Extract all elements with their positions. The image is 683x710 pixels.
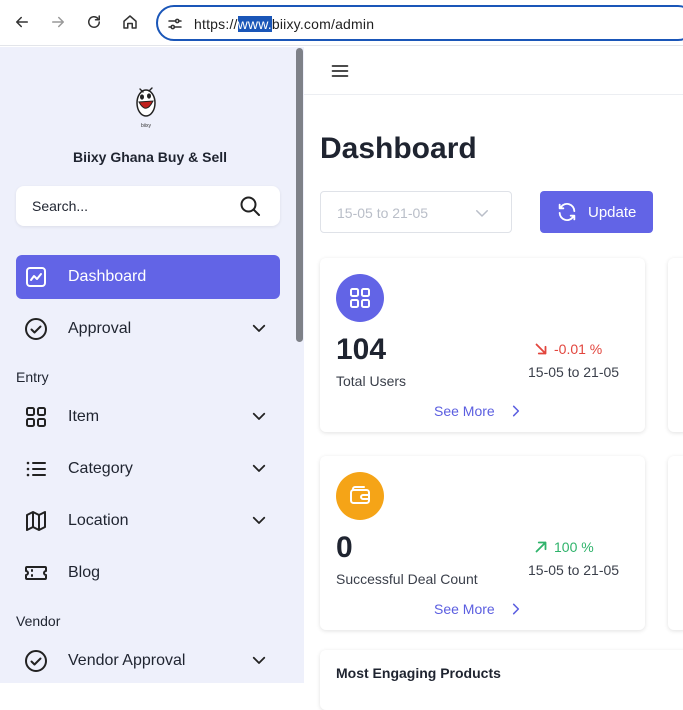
refresh-icon: [558, 203, 576, 221]
sidebar-item-location[interactable]: Location: [16, 499, 280, 543]
top-header: [304, 47, 683, 95]
card-icon-circle: [336, 274, 384, 322]
url-text[interactable]: https://www.biixy.com/admin: [194, 16, 374, 32]
sidebar-item-category[interactable]: Category: [16, 447, 280, 491]
chevron-down-icon: [476, 210, 488, 217]
address-bar[interactable]: https://www.biixy.com/admin: [156, 5, 683, 41]
section-label-entry: Entry: [16, 369, 49, 385]
sidebar-item-label: Location: [68, 512, 129, 529]
list-icon: [26, 461, 46, 477]
map-icon: [26, 511, 46, 531]
svg-text:biixy: biixy: [141, 123, 152, 129]
sidebar: biixy Biixy Ghana Buy & Sell Search... D…: [0, 47, 304, 683]
check-circle-icon: [25, 318, 47, 340]
see-more-link[interactable]: See More: [434, 601, 523, 617]
hamburger-menu-icon[interactable]: [330, 61, 350, 81]
sidebar-item-vendor-approval[interactable]: Vendor Approval: [16, 639, 280, 683]
chevron-down-icon: [252, 412, 266, 420]
url-prefix: https://: [194, 16, 238, 32]
see-more-link[interactable]: See More: [434, 403, 523, 419]
trend-value: -0.01 %: [554, 341, 603, 357]
brand-name: Biixy Ghana Buy & Sell: [72, 149, 228, 165]
chevron-down-icon: [252, 516, 266, 524]
stat-card-partial: [668, 456, 683, 630]
search-input[interactable]: Search...: [32, 198, 88, 214]
sidebar-item-label: Category: [68, 460, 133, 477]
date-range-select[interactable]: 15-05 to 21-05: [320, 191, 512, 233]
home-button[interactable]: [118, 10, 142, 34]
stat-card-partial: [668, 258, 683, 432]
see-more-label: See More: [434, 403, 495, 419]
search-icon[interactable]: [238, 194, 262, 218]
check-circle-icon: [25, 650, 47, 672]
stat-label: Total Users: [336, 373, 407, 389]
url-rest: biixy.com/admin: [271, 16, 375, 32]
browser-toolbar: https://www.biixy.com/admin: [0, 0, 683, 46]
card-title: Most Engaging Products: [336, 665, 501, 681]
search-box[interactable]: Search...: [16, 186, 280, 226]
grid-icon: [350, 288, 370, 308]
brand-logo: biixy: [136, 87, 156, 129]
update-button-label: Update: [588, 204, 637, 221]
wallet-icon: [350, 486, 370, 504]
arrow-left-icon: [16, 16, 28, 28]
back-button[interactable]: [10, 10, 34, 34]
arrow-down-right-icon: [535, 343, 547, 355]
arrow-right-icon: [52, 16, 64, 28]
sidebar-item-item[interactable]: Item: [16, 395, 280, 439]
chevron-down-icon: [252, 656, 266, 664]
trend-indicator: 100 %: [532, 538, 594, 556]
grid-icon: [26, 407, 46, 427]
sidebar-item-label: Approval: [68, 320, 132, 337]
most-engaging-products-card: Most Engaging Products: [320, 650, 683, 710]
sidebar-item-label: Blog: [68, 564, 101, 581]
reload-icon: [88, 15, 100, 28]
date-range-value: 15-05 to 21-05: [337, 205, 429, 221]
see-more-label: See More: [434, 601, 495, 617]
update-button[interactable]: Update: [540, 191, 653, 233]
stat-card-total-users: 104 Total Users -0.01 % 15-05 to 21-05 S…: [320, 258, 645, 432]
card-icon-circle: [336, 472, 384, 520]
sidebar-item-blog[interactable]: Blog: [16, 551, 280, 595]
page-title: Dashboard: [320, 132, 477, 165]
chevron-down-icon: [252, 324, 266, 332]
stat-value: 0: [336, 531, 353, 564]
sidebar-item-label: Dashboard: [68, 268, 147, 285]
trend-indicator: -0.01 %: [532, 340, 602, 358]
chart-line-icon: [26, 267, 46, 287]
sidebar-item-approval[interactable]: Approval: [16, 307, 280, 351]
stat-range: 15-05 to 21-05: [528, 364, 620, 380]
section-label-vendor: Vendor: [16, 613, 61, 629]
site-settings-icon[interactable]: [166, 15, 184, 33]
stat-range: 15-05 to 21-05: [528, 562, 620, 578]
ticket-icon: [25, 566, 47, 580]
trend-value: 100 %: [554, 539, 594, 555]
sidebar-item-label: Vendor Approval: [68, 652, 186, 669]
stat-value: 104: [336, 333, 387, 366]
chevron-down-icon: [252, 464, 266, 472]
forward-button[interactable]: [46, 10, 70, 34]
url-selection: www.: [237, 16, 272, 32]
arrow-up-right-icon: [535, 541, 547, 553]
sidebar-scrollbar[interactable]: [296, 48, 303, 342]
stat-card-successful-deals: 0 Successful Deal Count 100 % 15-05 to 2…: [320, 456, 645, 630]
chevron-right-icon: [512, 405, 519, 417]
home-icon: [123, 15, 137, 29]
reload-button[interactable]: [82, 10, 106, 34]
sidebar-item-label: Item: [68, 408, 100, 425]
sidebar-item-dashboard[interactable]: Dashboard: [16, 255, 280, 299]
chevron-right-icon: [512, 603, 519, 615]
stat-label: Successful Deal Count: [336, 571, 478, 587]
